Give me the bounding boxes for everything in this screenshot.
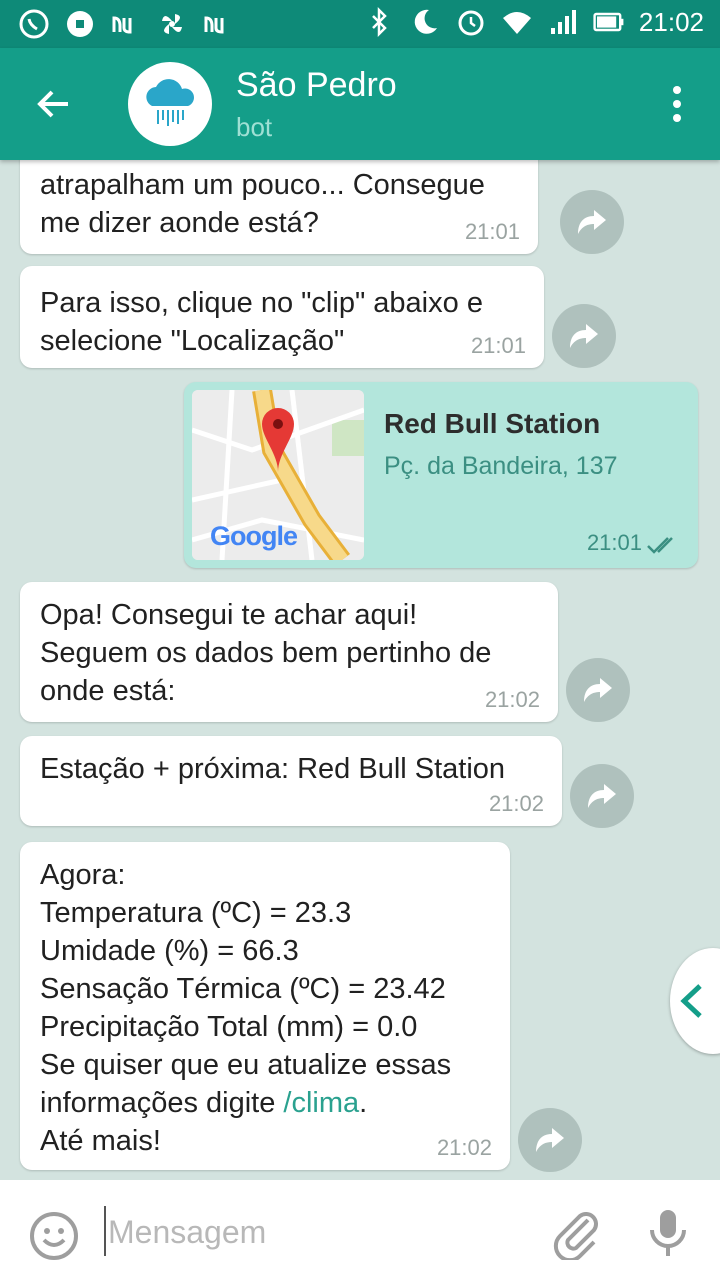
bluetooth-icon <box>372 6 387 38</box>
message-time: 21:02 <box>484 687 540 712</box>
message-input[interactable]: Mensagem <box>108 1214 266 1251</box>
moon-icon <box>414 9 437 34</box>
message-composer: Mensagem <box>0 1180 720 1280</box>
message-time: 21:02 <box>436 1135 492 1160</box>
chevron-left-icon <box>680 984 702 1018</box>
text-cursor <box>104 1206 106 1256</box>
message-time: 21:02 <box>488 791 544 816</box>
alarm-icon <box>458 10 484 36</box>
double-check-icon <box>647 537 673 554</box>
command-link[interactable]: /clima <box>283 1087 359 1119</box>
share-button[interactable] <box>552 304 616 368</box>
incoming-message[interactable]: atrapalham um pouco... Consegue me dizer… <box>20 160 538 254</box>
message-text: Opa! Consegui te achar aqui! Seguem os d… <box>40 599 492 707</box>
share-button[interactable] <box>570 764 634 828</box>
back-arrow-icon[interactable] <box>34 84 74 124</box>
message-text: Para isso, clique no "clip" abaixo e sel… <box>40 287 483 357</box>
message-time: 21:01 <box>586 530 642 555</box>
battery-icon <box>593 12 624 32</box>
emoji-icon[interactable] <box>28 1210 80 1262</box>
status-bar: 21:02 <box>0 0 720 48</box>
message-text: atrapalham um pouco... Consegue me dizer… <box>40 169 485 239</box>
google-logo: Google <box>210 521 298 551</box>
map-thumbnail[interactable]: Google <box>192 390 364 560</box>
forward-arrow-icon <box>584 678 612 702</box>
wifi-icon <box>502 12 531 34</box>
forward-arrow-icon <box>536 1128 564 1152</box>
location-name: Red Bull Station <box>384 408 601 439</box>
nubank-icon <box>112 16 132 34</box>
signal-icon <box>550 10 576 34</box>
nubank-icon-2 <box>204 16 224 34</box>
incoming-message[interactable]: Opa! Consegui te achar aqui! Seguem os d… <box>20 582 558 722</box>
share-button[interactable] <box>560 190 624 254</box>
microphone-icon[interactable] <box>646 1208 690 1258</box>
fan-icon <box>162 14 182 34</box>
message-text: Estação + próxima: Red Bull Station <box>40 753 506 785</box>
location-message[interactable]: Google Red Bull Station Pç. da Bandeira,… <box>184 382 698 568</box>
more-options-icon[interactable] <box>672 84 682 124</box>
incoming-message[interactable]: Estação + próxima: Red Bull Station 21:0… <box>20 736 562 826</box>
incoming-message[interactable]: Agora: Temperatura (ºC) = 23.3 Umidade (… <box>20 842 510 1170</box>
message-list[interactable]: atrapalham um pouco... Consegue me dizer… <box>0 160 720 1180</box>
message-time: 21:01 <box>470 333 526 358</box>
share-button[interactable] <box>518 1108 582 1172</box>
incoming-message[interactable]: Para isso, clique no "clip" abaixo e sel… <box>20 266 544 368</box>
uber-icon <box>67 11 93 37</box>
status-time: 21:02 <box>638 6 704 37</box>
chat-header: São Pedro bot <box>0 48 720 160</box>
message-text: Agora: Temperatura (ºC) = 23.3 Umidade (… <box>40 859 452 1157</box>
system-icons: 21:02 <box>363 6 704 38</box>
forward-arrow-icon <box>588 784 616 808</box>
forward-arrow-icon <box>570 324 598 348</box>
forward-arrow-icon <box>578 210 606 234</box>
chat-subtitle: bot <box>236 112 273 142</box>
whatsapp-icon <box>19 9 49 39</box>
message-time: 21:01 <box>464 219 520 244</box>
share-button[interactable] <box>566 658 630 722</box>
rain-cloud-icon <box>146 79 195 126</box>
chat-title[interactable]: São Pedro <box>236 66 397 105</box>
paperclip-icon[interactable] <box>548 1204 604 1260</box>
location-address: Pç. da Bandeira, 137 <box>384 452 618 480</box>
notification-icons <box>18 8 234 40</box>
bot-avatar[interactable] <box>128 62 212 146</box>
